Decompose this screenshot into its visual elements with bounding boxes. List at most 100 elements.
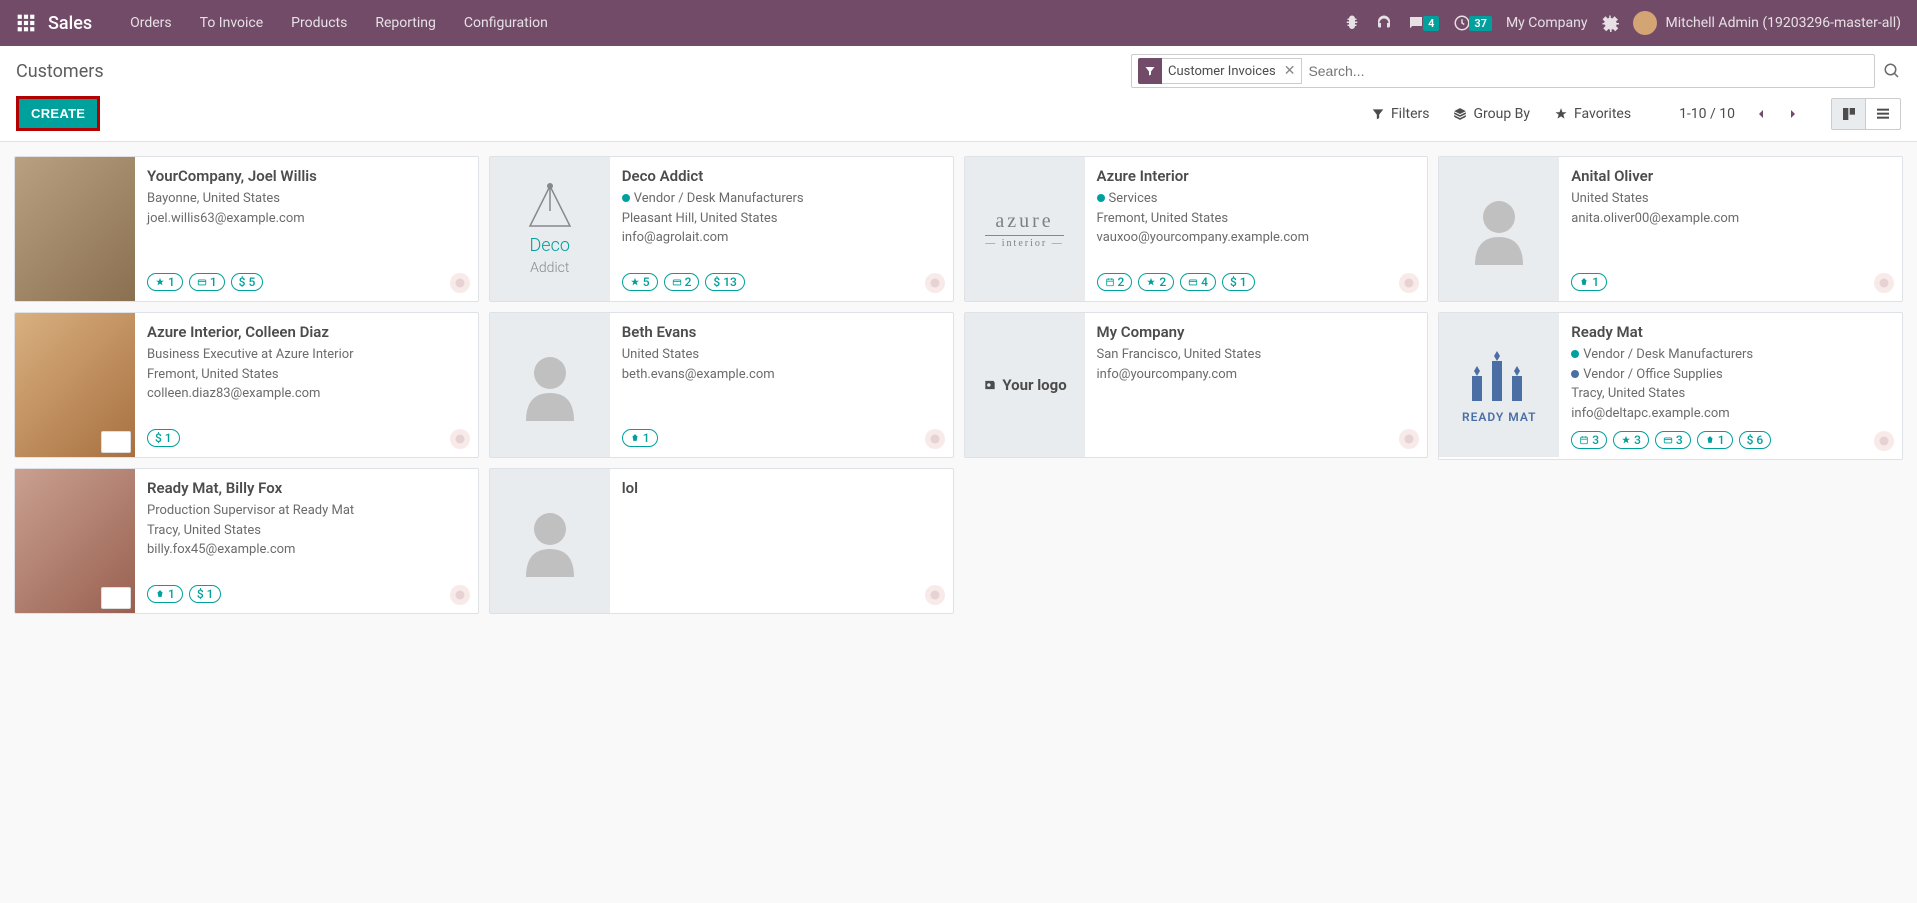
company-selector[interactable]: My Company: [1506, 15, 1588, 31]
customer-card[interactable]: Anital Oliver United States anita.oliver…: [1438, 156, 1903, 302]
customer-card[interactable]: DecoAddict Deco Addict Vendor / Desk Man…: [489, 156, 954, 302]
avatar: [1633, 11, 1657, 35]
card-location: Fremont, United States: [147, 365, 466, 385]
nav-configuration[interactable]: Configuration: [450, 0, 562, 46]
customer-logo: DecoAddict: [490, 157, 610, 301]
card-location: United States: [1571, 189, 1890, 209]
activities-button[interactable]: 37: [1453, 14, 1492, 32]
search-input[interactable]: [1308, 63, 1868, 79]
opportunity-pill[interactable]: 5: [622, 273, 658, 291]
nav-to-invoice[interactable]: To Invoice: [186, 0, 278, 46]
nav-reporting[interactable]: Reporting: [361, 0, 450, 46]
card-email: vauxoo@yourcompany.example.com: [1097, 228, 1416, 248]
pager-next[interactable]: [1779, 100, 1807, 128]
activity-icon[interactable]: [925, 585, 945, 605]
card-title: Azure Interior: [1097, 167, 1416, 185]
customer-avatar: [490, 313, 610, 457]
bug-icon[interactable]: [1343, 14, 1361, 32]
activity-icon[interactable]: [450, 429, 470, 449]
sale-pill[interactable]: 3: [1655, 431, 1691, 449]
pager: 1-10 / 10: [1679, 100, 1807, 128]
purchase-pill[interactable]: 1: [147, 585, 183, 603]
support-icon[interactable]: [1375, 14, 1393, 32]
customer-avatar: [490, 469, 610, 613]
card-location: Tracy, United States: [147, 521, 466, 541]
purchase-pill[interactable]: 1: [1697, 431, 1733, 449]
meeting-pill[interactable]: 2: [1097, 273, 1133, 291]
card-location: Bayonne, United States: [147, 189, 466, 209]
search-icon[interactable]: [1883, 62, 1901, 80]
card-email: info@deltapc.example.com: [1571, 404, 1890, 424]
card-email: info@agrolait.com: [622, 228, 941, 248]
customer-card[interactable]: lol: [489, 468, 954, 614]
meeting-pill[interactable]: 3: [1571, 431, 1607, 449]
control-panel: Customers Customer Invoices ✕ CREATE: [0, 46, 1917, 142]
user-menu[interactable]: Mitchell Admin (19203296-master-all): [1633, 11, 1901, 35]
settings-icon[interactable]: [1601, 14, 1619, 32]
customer-card[interactable]: YourCompany, Joel Willis Bayonne, United…: [14, 156, 479, 302]
card-title: My Company: [1097, 323, 1416, 341]
activity-icon[interactable]: [1874, 431, 1894, 451]
create-button[interactable]: CREATE: [19, 99, 97, 128]
customer-card[interactable]: READY MAT Ready Mat Vendor / Desk Manufa…: [1438, 312, 1903, 460]
pager-prev[interactable]: [1747, 100, 1775, 128]
create-highlight: CREATE: [16, 96, 100, 131]
facet-remove[interactable]: ✕: [1284, 63, 1296, 79]
sale-pill[interactable]: 2: [664, 273, 700, 291]
list-view-button[interactable]: [1866, 99, 1900, 129]
user-name: Mitchell Admin (19203296-master-all): [1665, 15, 1901, 31]
opportunity-pill[interactable]: 3: [1613, 431, 1649, 449]
card-email: info@yourcompany.com: [1097, 365, 1416, 385]
card-title: Ready Mat: [1571, 323, 1890, 341]
activity-icon[interactable]: [1874, 273, 1894, 293]
card-jobtitle: Business Executive at Azure Interior: [147, 345, 466, 365]
groupby-button[interactable]: Group By: [1453, 106, 1530, 122]
search-box[interactable]: Customer Invoices ✕: [1131, 54, 1875, 88]
activity-icon[interactable]: [925, 429, 945, 449]
amount-pill[interactable]: $ 1: [189, 585, 222, 603]
messages-button[interactable]: 4: [1407, 14, 1439, 32]
opportunity-pill[interactable]: 1: [147, 273, 183, 291]
card-email: colleen.diaz83@example.com: [147, 384, 466, 404]
customer-card[interactable]: Azure Interior, Colleen Diaz Business Ex…: [14, 312, 479, 458]
app-brand[interactable]: Sales: [48, 13, 92, 34]
amount-pill[interactable]: $ 1: [147, 429, 180, 447]
star-icon: [1554, 107, 1568, 121]
card-title: Deco Addict: [622, 167, 941, 185]
customer-card[interactable]: azure— interior — Azure Interior Service…: [964, 156, 1429, 302]
activity-icon[interactable]: [450, 273, 470, 293]
amount-pill[interactable]: $ 13: [705, 273, 744, 291]
customer-avatar: [15, 313, 135, 457]
activities-badge: 37: [1469, 16, 1492, 31]
purchase-pill[interactable]: 1: [1571, 273, 1607, 291]
card-email: billy.fox45@example.com: [147, 540, 466, 560]
card-email: anita.oliver00@example.com: [1571, 209, 1890, 229]
amount-pill[interactable]: $ 5: [231, 273, 264, 291]
activity-icon[interactable]: [925, 273, 945, 293]
sale-pill[interactable]: 1: [189, 273, 225, 291]
breadcrumb: Customers: [16, 61, 1131, 82]
activity-icon[interactable]: [450, 585, 470, 605]
nav-products[interactable]: Products: [277, 0, 361, 46]
customer-avatar: [1439, 157, 1559, 301]
apps-icon[interactable]: [16, 13, 36, 33]
sale-pill[interactable]: 4: [1180, 273, 1216, 291]
customer-card[interactable]: Ready Mat, Billy Fox Production Supervis…: [14, 468, 479, 614]
customer-card[interactable]: Your logo My Company San Francisco, Unit…: [964, 312, 1429, 458]
card-location: United States: [622, 345, 941, 365]
kanban-view-button[interactable]: [1832, 99, 1866, 129]
card-title: Azure Interior, Colleen Diaz: [147, 323, 466, 341]
company-badge: [101, 431, 131, 453]
favorites-button[interactable]: Favorites: [1554, 106, 1631, 122]
amount-pill[interactable]: $ 6: [1739, 431, 1772, 449]
purchase-pill[interactable]: 1: [622, 429, 658, 447]
nav-orders[interactable]: Orders: [116, 0, 186, 46]
filters-button[interactable]: Filters: [1371, 106, 1430, 122]
card-tag: Vendor / Office Supplies: [1571, 365, 1890, 385]
customer-avatar: [15, 469, 135, 613]
customer-card[interactable]: Beth Evans United States beth.evans@exam…: [489, 312, 954, 458]
card-tag: Vendor / Desk Manufacturers: [1571, 345, 1890, 365]
opportunity-pill[interactable]: 2: [1138, 273, 1174, 291]
customer-logo: READY MAT: [1439, 313, 1559, 457]
amount-pill[interactable]: $ 1: [1222, 273, 1255, 291]
